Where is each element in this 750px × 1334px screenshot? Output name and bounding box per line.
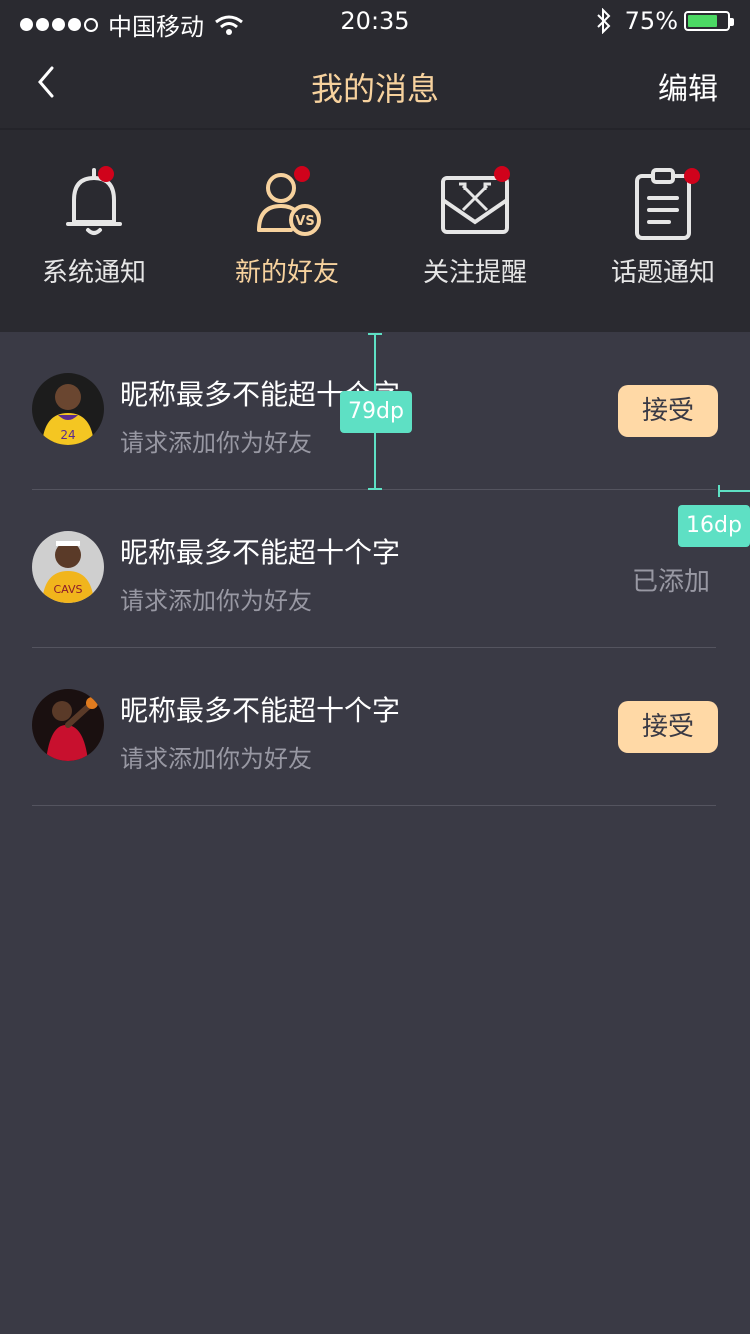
- accept-button[interactable]: 接受: [618, 701, 718, 753]
- category-topic-notice[interactable]: 话题通知: [569, 130, 750, 332]
- friend-request-row[interactable]: CAVS 昵称最多不能超十个字 请求添加你为好友 已添加: [0, 491, 750, 648]
- height-measure-cap-bottom: [368, 488, 382, 490]
- unread-badge: [494, 166, 510, 182]
- svg-text:24: 24: [60, 428, 75, 442]
- avatar[interactable]: [32, 689, 104, 761]
- avatar[interactable]: 24: [32, 373, 104, 445]
- height-measure-cap-top: [368, 333, 382, 335]
- row-divider: [32, 647, 716, 648]
- margin-measure-label: 16dp: [678, 505, 750, 547]
- category-system-notice[interactable]: 系统通知: [0, 130, 188, 332]
- page-title: 我的消息: [310, 70, 439, 108]
- friend-nickname: 昵称最多不能超十个字: [120, 694, 401, 727]
- category-label: 系统通知: [41, 258, 146, 288]
- unread-badge: [294, 166, 310, 182]
- margin-measure-line: [718, 490, 750, 492]
- accept-button[interactable]: 接受: [618, 385, 718, 437]
- category-label: 关注提醒: [422, 258, 527, 288]
- status-right: 75%: [595, 7, 734, 35]
- bluetooth-icon: [596, 8, 611, 34]
- edit-button[interactable]: 编辑: [658, 64, 718, 108]
- request-message: 请求添加你为好友: [120, 587, 312, 615]
- category-label: 话题通知: [610, 258, 715, 288]
- request-message: 请求添加你为好友: [120, 429, 312, 457]
- friend-request-row[interactable]: 昵称最多不能超十个字 请求添加你为好友 接受: [0, 649, 750, 806]
- battery-icon: [684, 11, 734, 31]
- unread-badge: [684, 168, 700, 184]
- bell-icon: [66, 168, 122, 235]
- svg-text:CAVS: CAVS: [53, 583, 82, 596]
- person-vs-icon: VS: [257, 173, 321, 236]
- avatar[interactable]: CAVS: [32, 531, 104, 603]
- svg-text:VS: VS: [295, 214, 314, 229]
- nav-bar: 我的消息 编辑: [0, 42, 750, 130]
- status-bar: 中国移动 20:35 75%: [0, 0, 750, 42]
- height-measure-label: 79dp: [340, 391, 412, 433]
- category-follow-reminder[interactable]: 关注提醒: [381, 130, 569, 332]
- category-new-friends[interactable]: VS 新的好友: [193, 130, 381, 332]
- category-label: 新的好友: [234, 258, 339, 288]
- unread-badge: [98, 166, 114, 182]
- margin-measure-cap: [718, 485, 720, 497]
- added-status: 已添加: [631, 567, 710, 597]
- friend-nickname: 昵称最多不能超十个字: [120, 536, 401, 569]
- battery-percent: 75%: [624, 7, 678, 35]
- request-message: 请求添加你为好友: [120, 745, 312, 773]
- category-bar: 系统通知 VS 新的好友 关注提醒 话题通知: [0, 130, 750, 332]
- row-divider: [32, 805, 716, 806]
